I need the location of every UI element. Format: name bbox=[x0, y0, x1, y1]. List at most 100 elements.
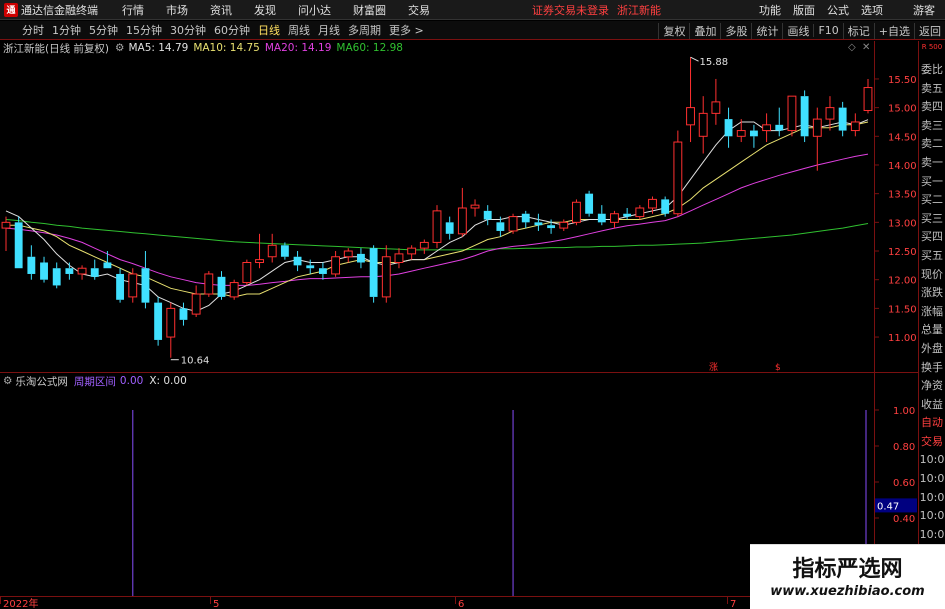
candle-body-up bbox=[850, 121, 860, 132]
candle-body-down bbox=[661, 199, 670, 214]
candle-body-down bbox=[141, 268, 150, 303]
price-axis-label: 11.50 bbox=[888, 304, 917, 315]
side-panel-item[interactable]: 10:0 bbox=[919, 526, 945, 545]
collapse-icon[interactable]: ◇ bbox=[848, 42, 856, 53]
candle-body-down bbox=[585, 193, 594, 214]
side-panel-item[interactable]: 涨跌 bbox=[919, 284, 945, 303]
ma60-label: MA60: 12.98 bbox=[336, 42, 403, 54]
side-panel-item[interactable]: 10:0 bbox=[919, 451, 945, 470]
candle-body-down bbox=[27, 256, 36, 274]
side-panel-item[interactable]: 买四 bbox=[919, 228, 945, 247]
side-panel-item[interactable]: 10:0 bbox=[919, 470, 945, 489]
kline-chart[interactable]: 15.50 15.00 14.50 14.00 13.50 13.00 12.50 12.00… bbox=[0, 0, 945, 609]
side-panel-item[interactable]: 收益 bbox=[919, 396, 945, 415]
candle-body-up bbox=[166, 307, 176, 338]
candle-body-up bbox=[407, 247, 417, 255]
candle-body-up bbox=[343, 250, 353, 258]
side-panel-item[interactable]: 买三 bbox=[919, 210, 945, 229]
candle-body-up bbox=[559, 221, 569, 229]
ma5-label: MA5: 14.79 bbox=[128, 42, 189, 54]
candle-body-up bbox=[648, 198, 657, 209]
candle-body-up bbox=[673, 141, 683, 215]
side-panel-item[interactable]: 卖五 bbox=[919, 80, 945, 99]
candle-body-up bbox=[267, 244, 277, 258]
candle-body-up bbox=[508, 216, 518, 232]
sub-axis-label: 0.80 bbox=[893, 442, 915, 453]
candle-body-up bbox=[1, 221, 11, 229]
candle-body-down bbox=[749, 130, 758, 137]
side-panel-item[interactable]: 买五 bbox=[919, 247, 945, 266]
candle-body-down bbox=[496, 222, 505, 231]
candle-body-down bbox=[103, 262, 112, 269]
settings-icon[interactable]: ⚙ bbox=[115, 42, 124, 54]
candle-body-down bbox=[14, 222, 23, 269]
high-pointer bbox=[690, 56, 699, 62]
side-panel-item[interactable]: 外盘 bbox=[919, 340, 945, 359]
price-axis-label: 13.50 bbox=[888, 190, 917, 201]
watermark-title: 指标严选网 bbox=[792, 557, 903, 582]
rank-badge[interactable]: R 500 bbox=[919, 41, 945, 61]
candle-body-up bbox=[762, 124, 772, 132]
side-panel-item[interactable]: 买一 bbox=[919, 173, 945, 192]
date-label: 6 bbox=[458, 599, 464, 609]
ma10-label: MA10: 14.75 bbox=[193, 42, 260, 54]
ma20-label: MA20: 14.19 bbox=[264, 42, 332, 54]
sub-chart-header: ⚙ 乐淘公式网 周期区间 0.00 X: 0.00 bbox=[0, 374, 187, 388]
candle-body-down bbox=[445, 222, 454, 234]
candle-body-down bbox=[65, 268, 74, 274]
candle-body-down bbox=[483, 210, 492, 220]
side-panel-item[interactable]: 10:0 bbox=[919, 489, 945, 508]
candle-body-up bbox=[686, 107, 695, 126]
candle-body-down bbox=[775, 124, 784, 131]
quote-side-panel: R 500 委比 卖五 卖四 卖三 卖二 卖一 买一 买二 买三 买四 买五 现价 涨跌 涨幅 总量 外盘 换手… bbox=[918, 41, 945, 609]
low-price-label: 10.64 bbox=[181, 356, 210, 367]
candle-body-up bbox=[128, 273, 138, 298]
candle-body-up bbox=[812, 118, 822, 137]
side-panel-item[interactable]: 卖三 bbox=[919, 117, 945, 136]
stock-name: 浙江新能(日线 前复权) bbox=[3, 42, 110, 55]
candle-body-up bbox=[787, 95, 797, 132]
side-panel-item[interactable]: 卖四 bbox=[919, 98, 945, 117]
candle-body-up bbox=[432, 210, 442, 243]
candle-body-up bbox=[204, 273, 214, 295]
side-panel-item[interactable]: 净资 bbox=[919, 377, 945, 396]
sub-axis-label: 0.40 bbox=[893, 514, 915, 525]
candle-body-up bbox=[419, 241, 429, 249]
side-panel-item[interactable]: 涨幅 bbox=[919, 303, 945, 322]
side-panel-item[interactable]: 卖二 bbox=[919, 135, 945, 154]
sub-axis-label: 0.60 bbox=[893, 478, 915, 489]
candle-body-down bbox=[154, 302, 163, 340]
side-panel-item[interactable]: 现价 bbox=[919, 266, 945, 285]
high-price-label: 15.88 bbox=[700, 57, 729, 68]
candle-body-down bbox=[623, 213, 632, 217]
close-chart-icon[interactable]: ✕ bbox=[862, 42, 870, 53]
candle-body-down bbox=[116, 273, 125, 300]
side-panel-item[interactable]: 换手 bbox=[919, 359, 945, 378]
side-panel-item[interactable]: 交易 bbox=[919, 433, 945, 452]
price-axis-label: 12.00 bbox=[888, 276, 917, 287]
sub-axis-label: 1.00 bbox=[893, 406, 915, 417]
side-panel-item[interactable]: 买二 bbox=[919, 191, 945, 210]
candle-body-up bbox=[457, 207, 467, 235]
side-panel-item[interactable]: 卖一 bbox=[919, 154, 945, 173]
side-panel-item[interactable]: 总量 bbox=[919, 321, 945, 340]
watermark: 指标严选网 www.xuezhibiao.com bbox=[750, 544, 945, 609]
watermark-url: www.xuezhibiao.com bbox=[770, 584, 925, 599]
side-panel-item[interactable]: 委比 bbox=[919, 61, 945, 80]
dollar-marker: $ bbox=[775, 363, 781, 373]
candle-body-up bbox=[255, 259, 264, 263]
candle-body-down bbox=[724, 119, 733, 137]
date-label: 5 bbox=[213, 599, 219, 609]
rise-marker: 涨 bbox=[709, 362, 718, 373]
date-label: 2022年 bbox=[3, 597, 38, 609]
price-axis-label: 13.00 bbox=[888, 218, 917, 229]
current-value-label: 0.47 bbox=[877, 501, 899, 512]
candle-body-down bbox=[280, 245, 289, 257]
side-panel-item[interactable]: 自动 bbox=[919, 414, 945, 433]
candle-body-up bbox=[191, 293, 201, 315]
settings-icon[interactable]: ⚙ bbox=[3, 375, 12, 387]
main-chart-header: 浙江新能(日线 前复权) ⚙ MA5: 14.79 MA10: 14.75 MA… bbox=[0, 41, 408, 55]
candle-body-up bbox=[825, 107, 835, 120]
side-panel-item[interactable]: 10:0 bbox=[919, 507, 945, 526]
candle-body-down bbox=[293, 256, 302, 266]
